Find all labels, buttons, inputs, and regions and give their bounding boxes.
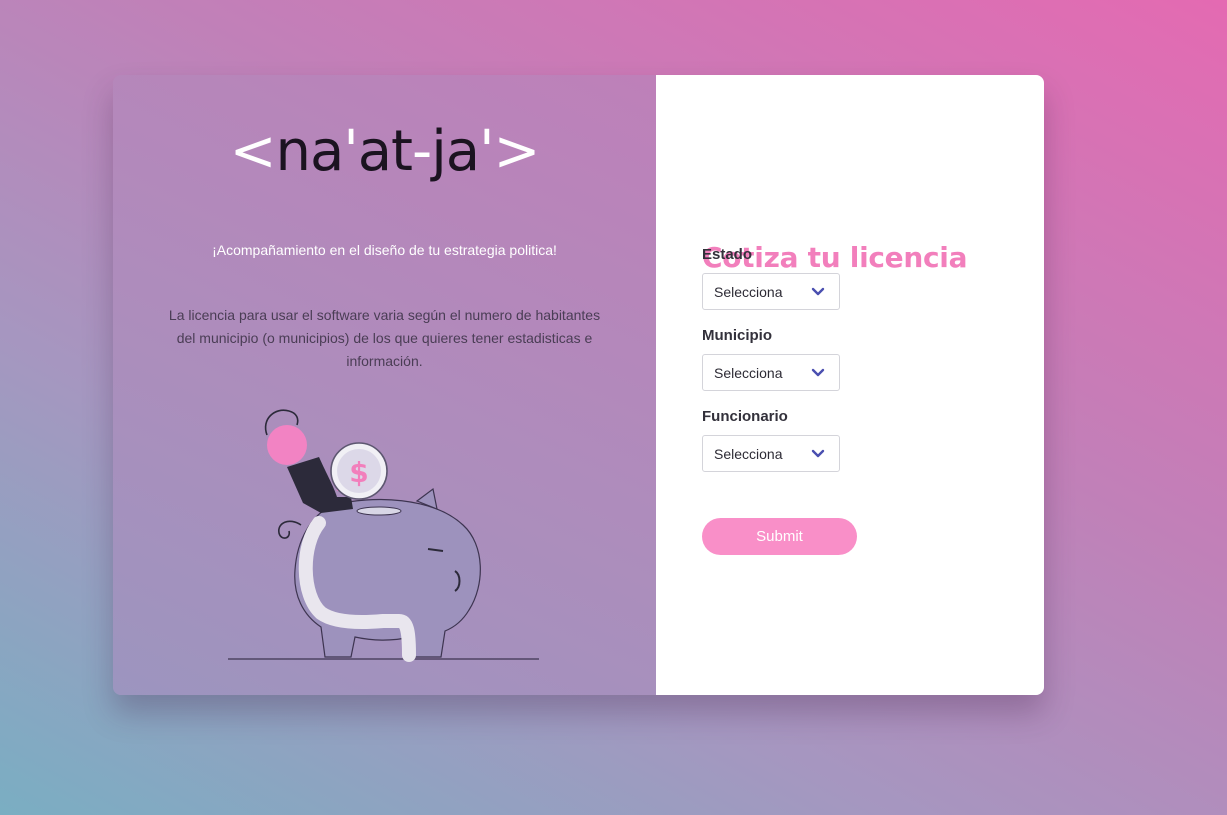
- funcionario-label: Funcionario: [702, 408, 788, 425]
- license-description: La licencia para usar el software varia …: [168, 307, 601, 369]
- coin-dollar-icon: $: [349, 456, 368, 489]
- estado-label: Estado: [702, 246, 753, 263]
- logo-bracket-left: <: [229, 119, 277, 184]
- chevron-down-icon: [811, 368, 825, 377]
- piggy-bank-illustration: $: [228, 409, 539, 662]
- logo-text-ja: ja: [431, 119, 480, 184]
- logo-text-na: na: [275, 119, 345, 184]
- coin-slot: [356, 506, 402, 516]
- logo-bracket-right: >: [493, 119, 541, 184]
- funcionario-select[interactable]: Selecciona: [702, 435, 840, 472]
- municipio-label: Municipio: [702, 327, 772, 344]
- logo-apostrophe-2: ': [479, 119, 494, 184]
- card-content: <na'at-ja'> ¡Acompañamiento en el diseño…: [113, 75, 1044, 695]
- municipio-select-value: Selecciona: [714, 365, 783, 381]
- estado-select-value: Selecciona: [714, 284, 783, 300]
- funcionario-select-value: Selecciona: [714, 446, 783, 462]
- municipio-select[interactable]: Selecciona: [702, 354, 840, 391]
- logo-hyphen: -: [412, 119, 432, 184]
- person-head: [267, 425, 307, 465]
- logo-text-at: at: [357, 119, 413, 184]
- logo-apostrophe-1: ': [343, 119, 358, 184]
- chevron-down-icon: [811, 287, 825, 296]
- piggy-tail: [278, 520, 302, 539]
- submit-button[interactable]: Submit: [702, 518, 857, 555]
- tagline: ¡Acompañamiento en el diseño de tu estra…: [212, 242, 557, 258]
- brand-logo: <na'at-ja'>: [113, 117, 656, 187]
- chevron-down-icon: [811, 449, 825, 458]
- estado-select[interactable]: Selecciona: [702, 273, 840, 310]
